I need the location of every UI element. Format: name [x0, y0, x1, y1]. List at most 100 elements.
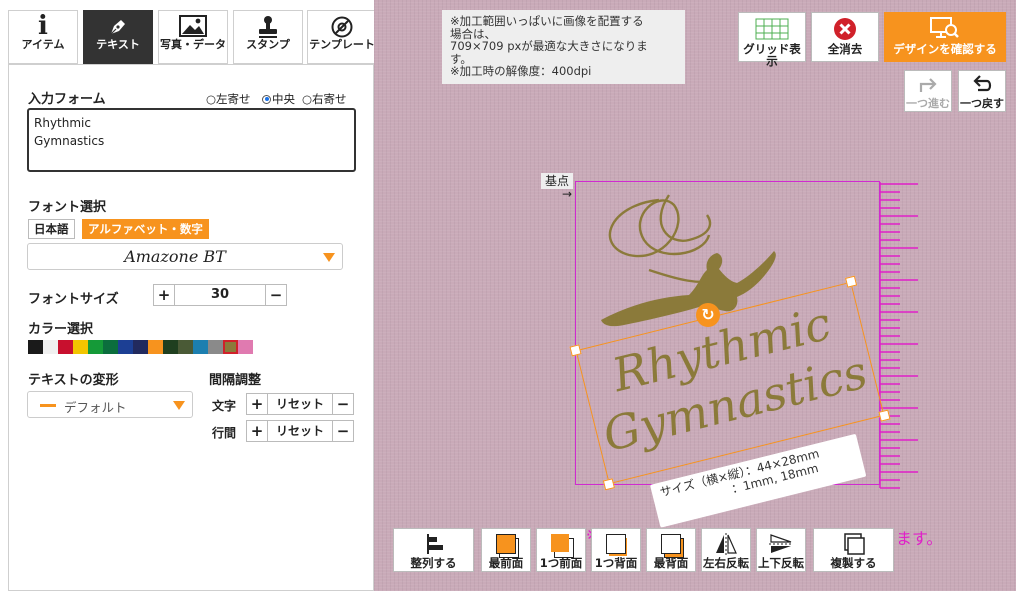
- text-input-field[interactable]: [27, 108, 356, 172]
- align-center-radio[interactable]: 中央: [262, 91, 295, 107]
- flip-horizontal-icon: [702, 529, 750, 557]
- transform-line-icon: [40, 404, 56, 407]
- bring-front-label: 最前面: [488, 556, 524, 570]
- font-size-decrease-button[interactable]: −: [265, 284, 287, 306]
- align-left-label: ○左寄せ: [206, 92, 251, 106]
- char-spacing-increase[interactable]: +: [246, 393, 268, 415]
- tab-label: アイテム: [21, 38, 65, 51]
- input-form-heading: 入力フォーム: [28, 92, 106, 107]
- color-swatch[interactable]: [58, 340, 73, 354]
- bring-forward-icon: [537, 529, 585, 558]
- send-backward-button[interactable]: 1つ背面: [591, 528, 641, 572]
- color-swatch[interactable]: [223, 340, 238, 354]
- template-icon: [308, 11, 376, 39]
- confirm-design-label: デザインを確認する: [893, 42, 997, 56]
- pen-icon: [84, 11, 152, 39]
- tab-photo-data[interactable]: 写真・データ: [158, 10, 228, 64]
- bring-front-icon: [482, 529, 530, 558]
- align-icon: [394, 529, 473, 557]
- color-swatch[interactable]: [73, 340, 88, 354]
- color-swatch[interactable]: [178, 340, 193, 354]
- flip-horizontal-button[interactable]: 左右反転: [701, 528, 751, 572]
- close-icon: [812, 13, 878, 43]
- notice-line: ※加工範囲いっぱいに画像を配置する: [450, 14, 644, 28]
- chevron-down-icon: [173, 401, 185, 410]
- bring-to-front-button[interactable]: 最前面: [481, 528, 531, 572]
- clear-all-label: 全消去: [827, 42, 863, 56]
- duplicate-button[interactable]: 複製する: [813, 528, 894, 572]
- align-right-radio[interactable]: ○右寄せ: [302, 91, 347, 107]
- color-swatch[interactable]: [88, 340, 103, 354]
- flip-vertical-icon: [757, 529, 805, 557]
- confirm-design-button[interactable]: デザインを確認する: [884, 12, 1006, 62]
- color-swatch[interactable]: [208, 340, 223, 354]
- grid-toggle-label: グリッド表示: [743, 42, 801, 68]
- redo-button[interactable]: 一つ進む: [904, 70, 952, 112]
- align-left-radio[interactable]: ○左寄せ: [206, 91, 251, 107]
- color-select-heading: カラー選択: [28, 322, 94, 337]
- color-swatch[interactable]: [133, 340, 148, 354]
- bring-forward-label: 1つ前面: [539, 556, 583, 570]
- text-transform-heading: テキストの変形: [28, 373, 119, 388]
- align-center-label: 中央: [272, 92, 295, 106]
- undo-icon: [959, 71, 1005, 95]
- color-swatch[interactable]: [118, 340, 133, 354]
- bring-forward-button[interactable]: 1つ前面: [536, 528, 586, 572]
- line-spacing-reset[interactable]: リセット: [268, 420, 332, 442]
- char-spacing-decrease[interactable]: −: [332, 393, 354, 415]
- color-swatch[interactable]: [163, 340, 178, 354]
- align-button[interactable]: 整列する: [393, 528, 474, 572]
- font-size-heading: フォントサイズ: [28, 292, 119, 307]
- notice-box: ※加工範囲いっぱいに画像を配置する 場合は、 709×709 pxが最適な大きさ…: [442, 10, 685, 84]
- tab-label: テンプレート: [309, 38, 375, 51]
- font-japanese-button[interactable]: 日本語: [28, 219, 75, 239]
- tab-template[interactable]: テンプレート: [307, 10, 377, 64]
- flip-vertical-button[interactable]: 上下反転: [756, 528, 806, 572]
- color-swatch[interactable]: [103, 340, 118, 354]
- font-size-increase-button[interactable]: +: [153, 284, 175, 306]
- message-tail: ます。: [896, 529, 943, 548]
- redo-icon: [905, 71, 951, 95]
- flip-vertical-label: 上下反転: [758, 556, 804, 570]
- font-select-heading: フォント選択: [28, 200, 107, 215]
- send-backward-icon: [592, 529, 640, 557]
- tab-text[interactable]: テキスト: [83, 10, 153, 64]
- redo-label: 一つ進む: [906, 97, 950, 110]
- char-spacing-reset[interactable]: リセット: [268, 393, 332, 415]
- send-back-label: 最背面: [653, 556, 689, 570]
- undo-button[interactable]: 一つ戻す: [958, 70, 1006, 112]
- info-icon: i: [38, 11, 48, 41]
- monitor-search-icon: [885, 13, 1005, 43]
- font-size-value[interactable]: 30: [175, 284, 265, 306]
- ruler: [879, 182, 918, 489]
- color-swatch[interactable]: [193, 340, 208, 354]
- color-swatch[interactable]: [238, 340, 253, 354]
- tab-item[interactable]: i アイテム: [8, 10, 78, 64]
- rotate-icon[interactable]: ↻: [696, 303, 720, 327]
- send-to-back-button[interactable]: 最背面: [646, 528, 696, 572]
- flip-horizontal-label: 左右反転: [703, 556, 749, 570]
- clear-all-button[interactable]: 全消去: [811, 12, 879, 62]
- spacing-heading: 間隔調整: [209, 373, 262, 388]
- chevron-down-icon: [323, 253, 335, 262]
- grid-icon: [739, 13, 805, 43]
- color-swatch[interactable]: [43, 340, 58, 354]
- text-transform-dropdown[interactable]: デフォルト: [27, 391, 193, 418]
- tool-tabs: i アイテム テキスト 写真・データ スタンプ テンプレート: [8, 10, 377, 64]
- line-spacing-decrease[interactable]: −: [332, 420, 354, 442]
- color-swatch[interactable]: [28, 340, 43, 354]
- arrow-right-icon: →: [562, 187, 573, 201]
- stamp-icon: [234, 11, 302, 39]
- send-back-icon: [647, 529, 695, 558]
- font-dropdown[interactable]: Amazone BT: [27, 243, 343, 270]
- duplicate-label: 複製する: [830, 556, 877, 570]
- color-swatch[interactable]: [148, 340, 163, 354]
- duplicate-icon: [814, 529, 893, 557]
- undo-label: 一つ戻す: [960, 97, 1004, 110]
- align-right-label: ○右寄せ: [302, 92, 347, 106]
- font-alphabet-button[interactable]: アルファベット・数字: [82, 219, 209, 239]
- send-backward-label: 1つ背面: [594, 556, 638, 570]
- tab-stamp[interactable]: スタンプ: [233, 10, 303, 64]
- line-spacing-increase[interactable]: +: [246, 420, 268, 442]
- grid-toggle-button[interactable]: グリッド表示: [738, 12, 806, 67]
